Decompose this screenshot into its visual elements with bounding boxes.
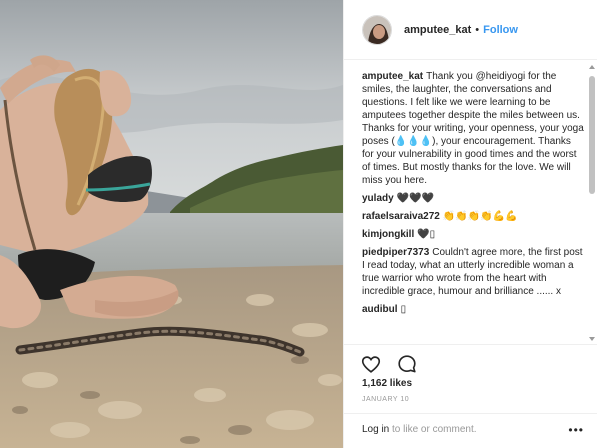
scroll-down-arrow-icon[interactable]	[589, 337, 595, 341]
post-date: JANUARY 10	[362, 396, 410, 403]
login-prompt: Log in to like or comment.	[344, 413, 597, 443]
comment: yulady 🖤🖤🖤	[362, 192, 584, 205]
comment: kimjongkill 🖤▯	[362, 228, 584, 241]
follow-button[interactable]: Follow	[483, 24, 518, 36]
comment-username[interactable]: audibul	[362, 304, 398, 315]
comment-bubble-icon[interactable]	[396, 353, 418, 375]
comments-scrollbar[interactable]	[588, 62, 596, 344]
separator-dot: •	[475, 23, 480, 36]
comments-list: amputee_kat Thank you @heidiyogi for the …	[362, 70, 584, 342]
login-prompt-text: to like or comment.	[389, 424, 477, 435]
comment: audibul ▯	[362, 303, 584, 316]
comment-username[interactable]: kimjongkill	[362, 229, 414, 240]
comment-username[interactable]: amputee_kat	[362, 71, 423, 82]
comment: piedpiper7373 Couldn't agree more, the fi…	[362, 246, 584, 298]
comment-text: Thank you @heidiyogi for the smiles, the…	[362, 71, 584, 186]
avatar[interactable]	[362, 14, 392, 45]
comment-text: 🖤▯	[417, 229, 436, 240]
post-photo	[0, 0, 343, 448]
post-image	[0, 0, 343, 448]
heart-icon[interactable]	[360, 353, 382, 375]
comment-text: ▯	[400, 304, 407, 315]
scrollbar-thumb[interactable]	[589, 76, 595, 194]
comment-text: 🖤🖤🖤	[396, 193, 435, 204]
post-header: amputee_kat • Follow	[344, 0, 597, 60]
scroll-up-arrow-icon[interactable]	[589, 65, 595, 69]
comment-username[interactable]: piedpiper7373	[362, 247, 429, 258]
comment-username[interactable]: rafaelsaraiva272	[362, 211, 440, 222]
likes-count[interactable]: 1,162 likes	[362, 378, 412, 389]
action-icons	[360, 353, 418, 375]
post-actions: 1,162 likes JANUARY 10 Log in to like or…	[344, 344, 597, 442]
post-username[interactable]: amputee_kat	[404, 24, 471, 36]
post-sidebar: amputee_kat • Follow amputee_kat Thank yo…	[343, 0, 597, 448]
comment-username[interactable]: yulady	[362, 193, 394, 204]
more-options-icon[interactable]: •••	[568, 423, 584, 437]
avatar-image	[363, 15, 391, 44]
caption: amputee_kat Thank you @heidiyogi for the …	[362, 70, 584, 187]
comment-text: 👏👏👏👏💪💪	[442, 211, 518, 222]
comment: rafaelsaraiva272 👏👏👏👏💪💪	[362, 210, 584, 223]
login-link[interactable]: Log in	[362, 424, 389, 435]
